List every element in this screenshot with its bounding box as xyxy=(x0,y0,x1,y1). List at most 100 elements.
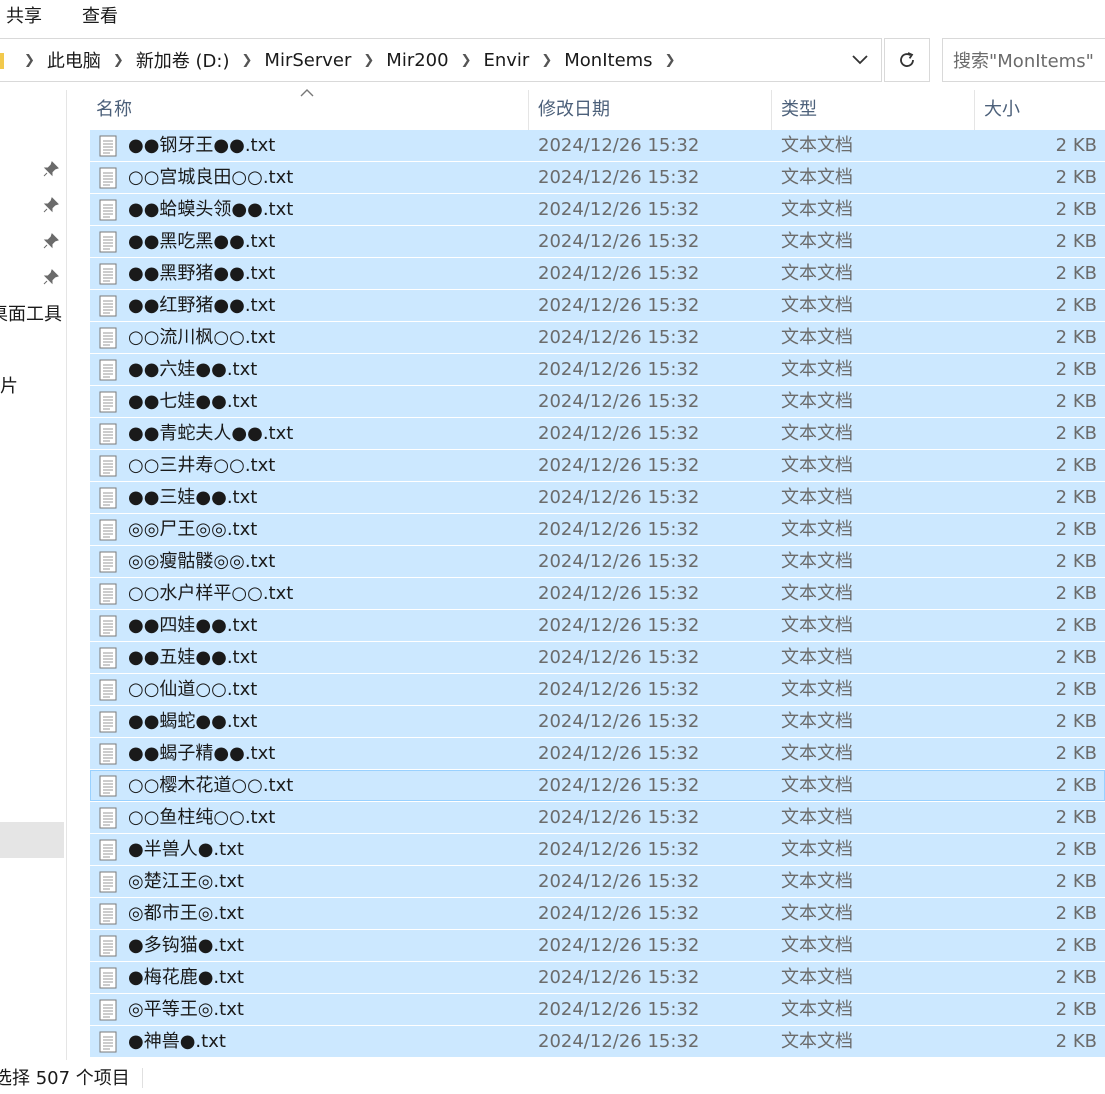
file-name: ●●黑吃黑●●.txt xyxy=(128,231,276,252)
file-modified-date: 2024/12/26 15:32 xyxy=(538,775,700,796)
column-divider[interactable] xyxy=(528,90,529,130)
crumb-mirserver[interactable]: MirServer xyxy=(258,50,357,71)
pin-icon[interactable] xyxy=(42,232,60,250)
file-row[interactable]: ●多钩猫●.txt 2024/12/26 15:32 文本文档 2 KB xyxy=(90,930,1105,961)
file-row[interactable]: ○○三井寿○○.txt 2024/12/26 15:32 文本文档 2 KB xyxy=(90,450,1105,481)
file-row[interactable]: ●梅花鹿●.txt 2024/12/26 15:32 文本文档 2 KB xyxy=(90,962,1105,993)
crumb-drive-d[interactable]: 新加卷 (D:) xyxy=(130,47,236,73)
file-row[interactable]: ◎楚江王◎.txt 2024/12/26 15:32 文本文档 2 KB xyxy=(90,866,1105,897)
file-row[interactable]: ●半兽人●.txt 2024/12/26 15:32 文本文档 2 KB xyxy=(90,834,1105,865)
file-row[interactable]: ●●钢牙王●●.txt 2024/12/26 15:32 文本文档 2 KB xyxy=(90,130,1105,161)
file-row[interactable]: ●●蛤蟆头领●●.txt 2024/12/26 15:32 文本文档 2 KB xyxy=(90,194,1105,225)
chevron-right-icon[interactable]: ❯ xyxy=(357,53,380,68)
pin-icon[interactable] xyxy=(42,196,60,214)
pin-icon[interactable] xyxy=(42,160,60,178)
text-file-icon xyxy=(98,231,118,253)
refresh-button[interactable] xyxy=(884,38,930,82)
column-name[interactable]: 名称 xyxy=(96,90,132,130)
file-name: ○○三井寿○○.txt xyxy=(128,455,276,476)
file-modified-date: 2024/12/26 15:32 xyxy=(538,999,700,1020)
file-row[interactable]: ●●黑吃黑●●.txt 2024/12/26 15:32 文本文档 2 KB xyxy=(90,226,1105,257)
file-row[interactable]: ●神兽●.txt 2024/12/26 15:32 文本文档 2 KB xyxy=(90,1026,1105,1057)
file-row[interactable]: ○○仙道○○.txt 2024/12/26 15:32 文本文档 2 KB xyxy=(90,674,1105,705)
crumb-mir200[interactable]: Mir200 xyxy=(380,50,454,71)
column-date[interactable]: 修改日期 xyxy=(538,90,610,130)
file-modified-date: 2024/12/26 15:32 xyxy=(538,935,700,956)
pin-icon[interactable] xyxy=(42,268,60,286)
file-name: ●梅花鹿●.txt xyxy=(128,967,244,988)
file-row[interactable]: ◎都市王◎.txt 2024/12/26 15:32 文本文档 2 KB xyxy=(90,898,1105,929)
column-type[interactable]: 类型 xyxy=(781,90,817,130)
file-size: 2 KB xyxy=(1055,999,1097,1020)
file-row[interactable]: ●●七娃●●.txt 2024/12/26 15:32 文本文档 2 KB xyxy=(90,386,1105,417)
text-file-icon xyxy=(98,903,118,925)
file-name: ●●四娃●●.txt xyxy=(128,615,258,636)
file-type: 文本文档 xyxy=(781,455,853,476)
file-row[interactable]: ○○宫城良田○○.txt 2024/12/26 15:32 文本文档 2 KB xyxy=(90,162,1105,193)
text-file-icon xyxy=(98,135,118,157)
address-bar[interactable]: ❯ 此电脑 ❯ 新加卷 (D:) ❯ MirServer ❯ Mir200 ❯ … xyxy=(0,38,882,82)
file-type: 文本文档 xyxy=(781,551,853,572)
file-row[interactable]: ●●六娃●●.txt 2024/12/26 15:32 文本文档 2 KB xyxy=(90,354,1105,385)
file-type: 文本文档 xyxy=(781,839,853,860)
file-name: ●●黑野猪●●.txt xyxy=(128,263,276,284)
tab-share[interactable]: 共享 xyxy=(6,2,42,28)
file-modified-date: 2024/12/26 15:32 xyxy=(538,487,700,508)
nav-selected-item[interactable] xyxy=(0,822,64,858)
chevron-right-icon[interactable]: ❯ xyxy=(18,53,41,68)
file-name: ●●蝎蛇●●.txt xyxy=(128,711,258,732)
file-size: 2 KB xyxy=(1055,391,1097,412)
crumb-envir[interactable]: Envir xyxy=(478,50,536,71)
column-header: 名称 修改日期 类型 大小 xyxy=(0,90,1105,130)
file-row[interactable]: ○○水户样平○○.txt 2024/12/26 15:32 文本文档 2 KB xyxy=(90,578,1105,609)
text-file-icon xyxy=(98,999,118,1021)
crumb-this-pc[interactable]: 此电脑 xyxy=(41,47,107,73)
file-size: 2 KB xyxy=(1055,903,1097,924)
file-row[interactable]: ◎平等王◎.txt 2024/12/26 15:32 文本文档 2 KB xyxy=(90,994,1105,1025)
chevron-right-icon[interactable]: ❯ xyxy=(107,53,130,68)
search-input[interactable]: 搜索"MonItems" xyxy=(942,38,1105,82)
file-row[interactable]: ●●红野猪●●.txt 2024/12/26 15:32 文本文档 2 KB xyxy=(90,290,1105,321)
file-name: ○○樱木花道○○.txt xyxy=(128,775,294,796)
column-size[interactable]: 大小 xyxy=(984,90,1020,130)
address-history-button[interactable] xyxy=(838,38,882,82)
column-divider[interactable] xyxy=(771,90,772,130)
nav-item-desktop-tools[interactable]: 桌面工具 xyxy=(0,300,62,326)
column-divider[interactable] xyxy=(974,90,975,130)
file-row[interactable]: ○○樱木花道○○.txt 2024/12/26 15:32 文本文档 2 KB xyxy=(90,770,1105,801)
file-name: ○○宫城良田○○.txt xyxy=(128,167,294,188)
text-file-icon xyxy=(98,327,118,349)
tab-view[interactable]: 查看 xyxy=(82,2,118,28)
file-size: 2 KB xyxy=(1055,423,1097,444)
chevron-right-icon[interactable]: ❯ xyxy=(659,53,682,68)
file-row[interactable]: ●●蝎蛇●●.txt 2024/12/26 15:32 文本文档 2 KB xyxy=(90,706,1105,737)
nav-item-photos[interactable]: 照片 xyxy=(0,372,18,398)
file-row[interactable]: ◎◎瘦骷髅◎◎.txt 2024/12/26 15:32 文本文档 2 KB xyxy=(90,546,1105,577)
breadcrumb: ❯ 此电脑 ❯ 新加卷 (D:) ❯ MirServer ❯ Mir200 ❯ … xyxy=(18,39,681,81)
file-row[interactable]: ●●四娃●●.txt 2024/12/26 15:32 文本文档 2 KB xyxy=(90,610,1105,641)
file-row[interactable]: ●●五娃●●.txt 2024/12/26 15:32 文本文档 2 KB xyxy=(90,642,1105,673)
file-size: 2 KB xyxy=(1055,775,1097,796)
file-modified-date: 2024/12/26 15:32 xyxy=(538,263,700,284)
text-file-icon xyxy=(98,263,118,285)
chevron-right-icon[interactable]: ❯ xyxy=(236,53,259,68)
chevron-right-icon[interactable]: ❯ xyxy=(455,53,478,68)
file-size: 2 KB xyxy=(1055,231,1097,252)
file-row[interactable]: ○○鱼柱纯○○.txt 2024/12/26 15:32 文本文档 2 KB xyxy=(90,802,1105,833)
file-type: 文本文档 xyxy=(781,423,853,444)
file-size: 2 KB xyxy=(1055,519,1097,540)
chevron-right-icon[interactable]: ❯ xyxy=(535,53,558,68)
file-row[interactable]: ●●三娃●●.txt 2024/12/26 15:32 文本文档 2 KB xyxy=(90,482,1105,513)
crumb-monitems[interactable]: MonItems xyxy=(558,50,658,71)
file-modified-date: 2024/12/26 15:32 xyxy=(538,583,700,604)
file-row[interactable]: ●●青蛇夫人●●.txt 2024/12/26 15:32 文本文档 2 KB xyxy=(90,418,1105,449)
chevron-down-icon xyxy=(852,55,868,65)
file-row[interactable]: ◎◎尸王◎◎.txt 2024/12/26 15:32 文本文档 2 KB xyxy=(90,514,1105,545)
text-file-icon xyxy=(98,455,118,477)
file-type: 文本文档 xyxy=(781,775,853,796)
file-row[interactable]: ○○流川枫○○.txt 2024/12/26 15:32 文本文档 2 KB xyxy=(90,322,1105,353)
file-name: ●●蛤蟆头领●●.txt xyxy=(128,199,294,220)
file-size: 2 KB xyxy=(1055,583,1097,604)
file-row[interactable]: ●●黑野猪●●.txt 2024/12/26 15:32 文本文档 2 KB xyxy=(90,258,1105,289)
file-row[interactable]: ●●蝎子精●●.txt 2024/12/26 15:32 文本文档 2 KB xyxy=(90,738,1105,769)
